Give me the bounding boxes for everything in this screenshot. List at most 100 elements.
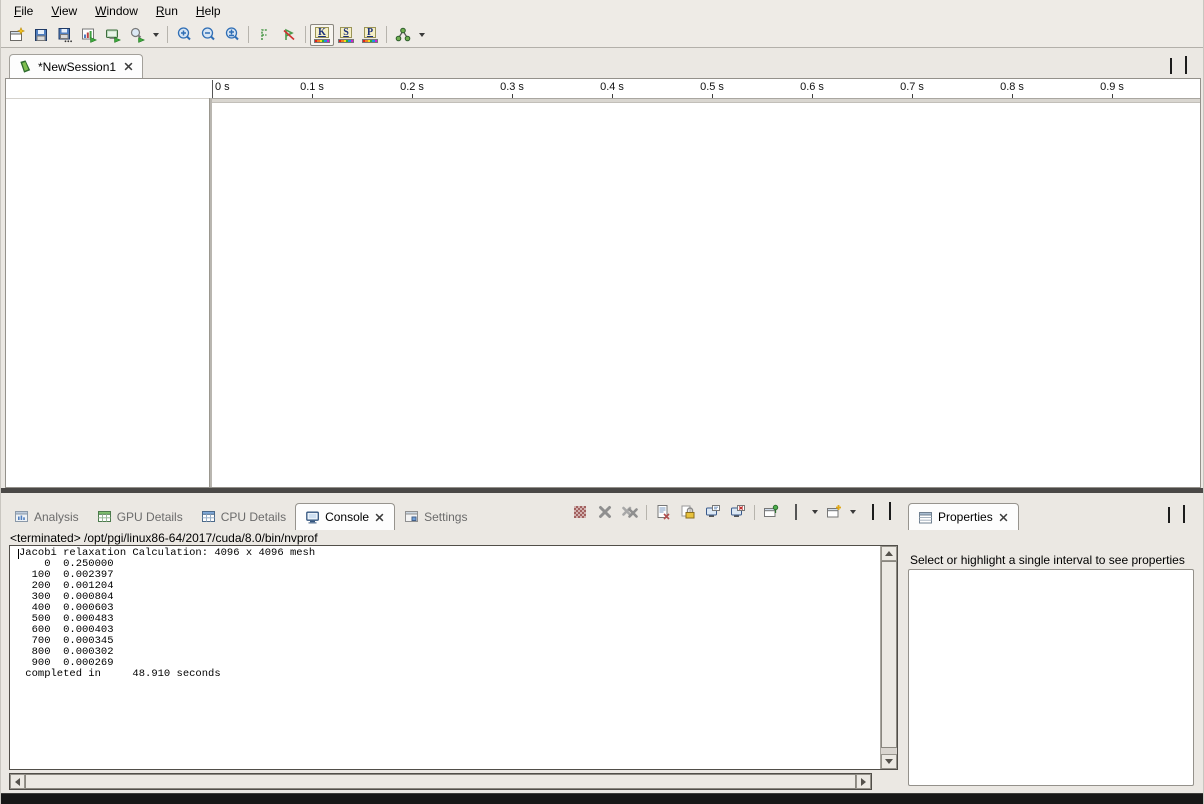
toolbar-separator (754, 505, 755, 520)
horizontal-sash[interactable] (1, 488, 1203, 493)
console-vertical-scrollbar[interactable] (880, 546, 897, 769)
menu-file[interactable]: File (5, 2, 42, 20)
menu-window[interactable]: Window (86, 2, 147, 20)
console-icon (305, 510, 320, 525)
horizontal-scroll-thumb[interactable] (25, 774, 856, 789)
new-session-button[interactable] (5, 24, 29, 46)
tab-cpu-details[interactable]: CPU Details (192, 503, 295, 530)
show-stderr-console-button[interactable] (727, 502, 749, 522)
console-toolbar (569, 502, 891, 522)
marker-flag-disabled-icon (281, 27, 297, 43)
toolbar-separator (646, 505, 647, 520)
tab-label: CPU Details (221, 510, 286, 524)
terminate-button[interactable] (569, 502, 591, 522)
analysis-tree-button[interactable] (391, 24, 415, 46)
display-selected-console-button[interactable] (785, 502, 807, 522)
console-horizontal-scrollbar[interactable] (9, 773, 872, 790)
menu-run[interactable]: Run (147, 2, 187, 20)
show-stdout-console-icon (705, 504, 721, 520)
process-coloring-toggle[interactable]: P (358, 24, 382, 46)
tab-settings[interactable]: Settings (395, 503, 476, 530)
monitor-run-icon (105, 27, 121, 43)
close-icon[interactable] (374, 512, 385, 523)
properties-icon (918, 510, 933, 525)
tab-console[interactable]: Console (295, 503, 395, 530)
open-console-button[interactable] (823, 502, 845, 522)
scroll-right-button[interactable] (856, 774, 871, 789)
row-header-divider (6, 98, 209, 99)
clear-console-button[interactable] (652, 502, 674, 522)
show-stdout-console-button[interactable] (702, 502, 724, 522)
scroll-left-button[interactable] (10, 774, 25, 789)
arrow-right-icon (861, 778, 866, 786)
zoom-reset-button[interactable] (220, 24, 244, 46)
toolbar-separator (386, 26, 387, 43)
timeline-vertical-sash[interactable] (209, 98, 212, 487)
ruler-zero-line (212, 80, 213, 98)
tab-gpu-details[interactable]: GPU Details (88, 503, 192, 530)
chevron-down-icon (153, 33, 159, 37)
scroll-lock-icon (680, 504, 696, 520)
run-dropdown-caret[interactable] (149, 24, 163, 46)
minimize-view-button[interactable] (1168, 508, 1170, 522)
chevron-down-icon (850, 510, 856, 514)
tab-analysis[interactable]: Analysis (5, 503, 88, 530)
scroll-up-button[interactable] (881, 546, 897, 561)
marker-flag-disabled-button[interactable] (277, 24, 301, 46)
stream-coloring-toggle[interactable]: S (334, 24, 358, 46)
arrow-up-icon (885, 551, 893, 556)
console-line: 700 0.000345 (19, 636, 880, 647)
maximize-view-button[interactable] (889, 505, 891, 519)
session-tab[interactable]: *NewSession1 (9, 54, 143, 78)
scroll-down-button[interactable] (881, 754, 897, 769)
vertical-scroll-thumb[interactable] (881, 561, 897, 748)
console-text[interactable]: Jacobi relaxation Calculation: 4096 x 40… (10, 546, 880, 769)
monitor-run-button[interactable] (101, 24, 125, 46)
bar-chart-run-button[interactable] (77, 24, 101, 46)
minimize-view-button[interactable] (872, 505, 874, 519)
close-icon[interactable] (998, 512, 1009, 523)
scroll-lock-button[interactable] (677, 502, 699, 522)
properties-tab-bar: Properties (904, 497, 1199, 530)
remove-all-terminated-icon (622, 505, 638, 519)
ruler-label: 0.6 s (800, 81, 824, 93)
marker-f-button[interactable] (253, 24, 277, 46)
zoom-out-button[interactable] (196, 24, 220, 46)
timeline-view: 0 s0.1 s0.2 s0.3 s0.4 s0.5 s0.6 s0.7 s0.… (5, 78, 1201, 488)
minimize-editor-button[interactable] (1170, 59, 1172, 73)
tab-properties[interactable]: Properties (908, 503, 1019, 530)
open-console-caret[interactable] (848, 502, 858, 522)
pin-console-button[interactable] (760, 502, 782, 522)
console-line: completed in 48.910 seconds (19, 669, 880, 680)
save-button[interactable] (29, 24, 53, 46)
timeline-ruler[interactable]: 0 s0.1 s0.2 s0.3 s0.4 s0.5 s0.6 s0.7 s0.… (212, 81, 1202, 95)
maximize-editor-button[interactable] (1185, 59, 1187, 73)
display-console-caret[interactable] (810, 502, 820, 522)
tab-label: Console (325, 510, 369, 524)
terminate-icon (574, 506, 586, 518)
chevron-down-icon (419, 33, 425, 37)
open-console-icon (826, 504, 842, 520)
menu-view[interactable]: View (42, 2, 86, 20)
remove-all-terminated-button[interactable] (619, 502, 641, 522)
maximize-icon (1183, 505, 1185, 523)
maximize-icon (1185, 56, 1187, 74)
properties-content (908, 569, 1194, 786)
console-line: 100 0.002397 (19, 570, 880, 581)
console-line: 400 0.000603 (19, 603, 880, 614)
minimize-icon (1168, 507, 1170, 523)
magnifier-run-button[interactable] (125, 24, 149, 46)
nvvp-window: File View Window Run Help (0, 0, 1204, 804)
console-output[interactable]: Jacobi relaxation Calculation: 4096 x 40… (9, 545, 898, 770)
close-icon[interactable] (123, 61, 134, 72)
menu-help[interactable]: Help (187, 2, 230, 20)
console-line: 800 0.000302 (19, 647, 880, 658)
remove-launch-button[interactable] (594, 502, 616, 522)
save-as-button[interactable] (53, 24, 77, 46)
kernel-coloring-icon: K (314, 27, 330, 43)
analysis-tree-caret[interactable] (415, 24, 429, 46)
zoom-in-button[interactable] (172, 24, 196, 46)
kernel-coloring-toggle[interactable]: K (310, 24, 334, 46)
maximize-view-button[interactable] (1183, 508, 1185, 522)
console-line: 0 0.250000 (19, 559, 880, 570)
